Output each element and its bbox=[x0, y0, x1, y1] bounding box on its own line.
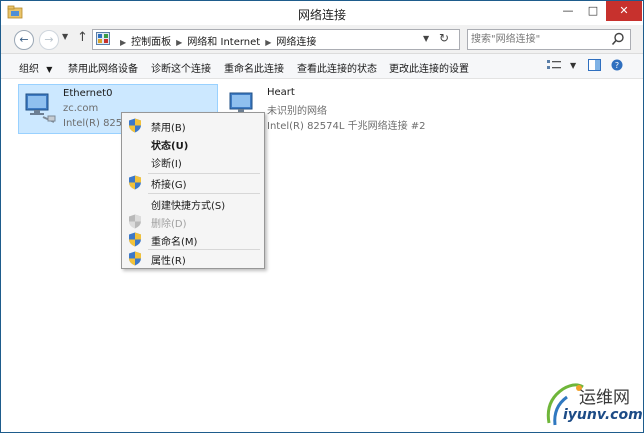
menu-item-bridge[interactable]: 桥接(G) bbox=[124, 173, 262, 192]
watermark-domain: iyunv.com bbox=[563, 407, 643, 423]
shield-icon bbox=[129, 251, 141, 266]
disable-device-button[interactable]: 禁用此网络设备 bbox=[68, 60, 138, 75]
breadcrumb-control-panel[interactable]: 控制面板 bbox=[131, 37, 171, 48]
menu-item-status[interactable]: 状态(U) bbox=[124, 134, 262, 153]
menu-item-label: 桥接(G) bbox=[151, 180, 187, 191]
up-arrow-icon[interactable]: ↑ bbox=[77, 30, 88, 45]
minimize-button[interactable]: — bbox=[556, 1, 580, 21]
connection-name: Ethernet0 bbox=[63, 88, 113, 99]
breadcrumb-separator-icon[interactable]: ▶ bbox=[265, 38, 271, 47]
recent-locations-chevron-icon[interactable]: ▼ bbox=[62, 32, 68, 41]
back-arrow-icon[interactable]: ← bbox=[14, 30, 34, 50]
context-menu: 禁用(B) 状态(U) 诊断(I) 桥接(G) 创建快捷方式(S) 删除(D) … bbox=[121, 112, 265, 269]
forward-arrow-icon[interactable]: → bbox=[39, 30, 59, 50]
connection-name: Heart bbox=[267, 87, 295, 98]
address-bar[interactable]: ▶ 控制面板 ▶ 网络和 Internet ▶ 网络连接 ▼ ↻ bbox=[92, 29, 460, 50]
menu-item-create-shortcut[interactable]: 创建快捷方式(S) bbox=[124, 194, 262, 213]
search-box[interactable] bbox=[467, 29, 631, 50]
address-history-chevron-icon[interactable]: ▼ bbox=[423, 34, 429, 43]
command-bar: 组织 ▼ 禁用此网络设备 诊断这个连接 重命名此连接 查看此连接的状态 更改此连… bbox=[1, 54, 643, 79]
refresh-icon[interactable]: ↻ bbox=[439, 31, 449, 45]
watermark-title: 运维网 bbox=[579, 388, 630, 408]
breadcrumb: ▶ 控制面板 ▶ 网络和 Internet ▶ 网络连接 bbox=[115, 33, 316, 48]
view-status-button[interactable]: 查看此连接的状态 bbox=[297, 60, 377, 75]
connection-adapter: Intel(R) 8257 bbox=[63, 118, 129, 129]
shield-icon bbox=[129, 118, 141, 133]
chevron-down-icon: ▼ bbox=[46, 65, 53, 74]
watermark: 运维网 iyunv.com bbox=[539, 377, 643, 432]
shield-icon bbox=[129, 214, 141, 229]
menu-item-rename[interactable]: 重命名(M) bbox=[124, 230, 262, 249]
menu-item-label: 诊断(I) bbox=[151, 159, 182, 170]
shield-icon bbox=[129, 232, 141, 247]
window: 网络连接 — □ ✕ ← → ▼ ↑ ▶ 控制面板 ▶ 网络和 Internet ▶ 网络… bbox=[0, 0, 644, 433]
view-options-icon[interactable] bbox=[547, 59, 561, 71]
menu-item-label: 属性(R) bbox=[151, 256, 186, 267]
organize-label: 组织 bbox=[19, 64, 39, 75]
help-icon[interactable]: ? bbox=[611, 59, 623, 71]
close-button[interactable]: ✕ bbox=[606, 1, 642, 21]
menu-item-label: 状态(U) bbox=[151, 141, 189, 152]
search-input[interactable] bbox=[471, 32, 605, 46]
title-bar: 网络连接 — □ ✕ bbox=[1, 1, 643, 25]
network-adapter-icon bbox=[25, 93, 56, 123]
menu-item-delete[interactable]: 删除(D) bbox=[124, 212, 262, 231]
menu-item-diagnose[interactable]: 诊断(I) bbox=[124, 152, 262, 171]
organize-menu-button[interactable]: 组织 ▼ bbox=[19, 60, 52, 75]
change-settings-button[interactable]: 更改此连接的设置 bbox=[389, 60, 469, 75]
menu-item-disable[interactable]: 禁用(B) bbox=[124, 116, 262, 135]
breadcrumb-separator-icon[interactable]: ▶ bbox=[120, 38, 126, 47]
navigation-bar: ← → ▼ ↑ ▶ 控制面板 ▶ 网络和 Internet ▶ 网络连接 ▼ ↻ bbox=[1, 25, 643, 54]
view-chevron-down-icon[interactable]: ▼ bbox=[570, 61, 576, 70]
search-icon[interactable] bbox=[611, 32, 625, 46]
breadcrumb-network-internet[interactable]: 网络和 Internet bbox=[187, 37, 260, 48]
menu-item-label: 创建快捷方式(S) bbox=[151, 201, 226, 212]
connection-adapter: Intel(R) 82574L 千兆网络连接 #2 bbox=[267, 121, 426, 132]
breadcrumb-separator-icon[interactable]: ▶ bbox=[176, 38, 182, 47]
menu-item-label: 重命名(M) bbox=[151, 237, 198, 248]
menu-item-properties[interactable]: 属性(R) bbox=[124, 249, 262, 268]
window-title: 网络连接 bbox=[297, 8, 346, 22]
rename-button[interactable]: 重命名此连接 bbox=[224, 60, 284, 75]
svg-text:?: ? bbox=[615, 61, 619, 70]
diagnose-button[interactable]: 诊断这个连接 bbox=[151, 60, 211, 75]
connection-status: 未识别的网络 bbox=[267, 106, 327, 117]
menu-item-label: 禁用(B) bbox=[151, 123, 186, 134]
control-panel-icon bbox=[96, 32, 110, 45]
maximize-button[interactable]: □ bbox=[581, 1, 605, 21]
connection-status: zc.com bbox=[63, 103, 99, 114]
shield-icon bbox=[129, 175, 141, 190]
preview-pane-icon[interactable] bbox=[588, 59, 601, 71]
menu-item-label: 删除(D) bbox=[151, 219, 187, 230]
breadcrumb-network-connections[interactable]: 网络连接 bbox=[276, 37, 316, 48]
